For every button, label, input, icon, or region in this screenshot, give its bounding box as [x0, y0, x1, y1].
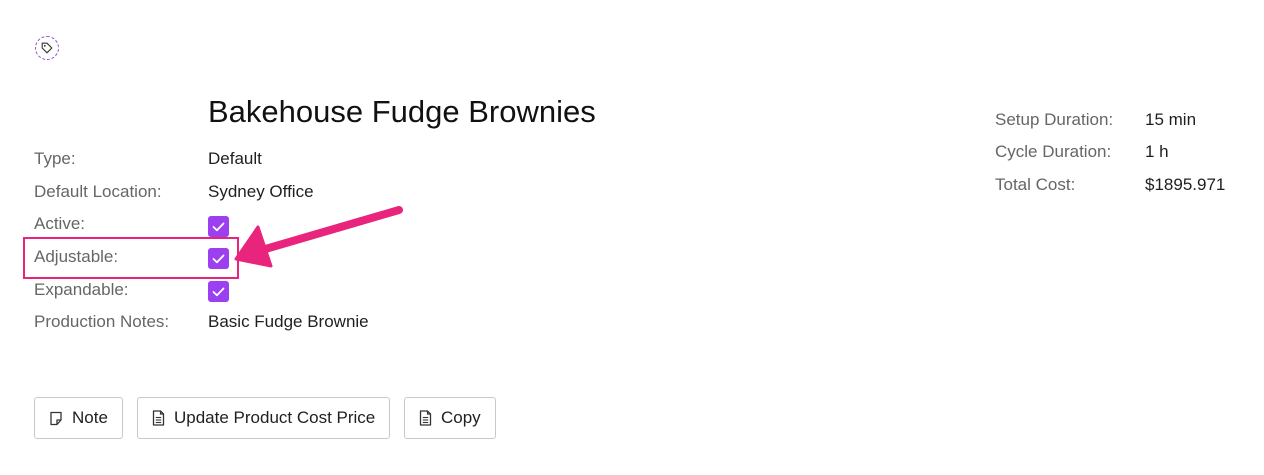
update-product-cost-price-label: Update Product Cost Price	[174, 408, 376, 427]
note-button-label: Note	[72, 408, 108, 427]
document-icon	[152, 410, 165, 426]
update-product-cost-price-button[interactable]: Update Product Cost Price	[137, 397, 391, 439]
document-icon	[419, 410, 432, 426]
product-detail-page: Bakehouse Fudge Brownies Type: Default D…	[0, 0, 1264, 475]
copy-button[interactable]: Copy	[404, 397, 496, 439]
note-icon	[49, 411, 63, 426]
copy-button-label: Copy	[441, 408, 481, 427]
note-button[interactable]: Note	[34, 397, 123, 439]
